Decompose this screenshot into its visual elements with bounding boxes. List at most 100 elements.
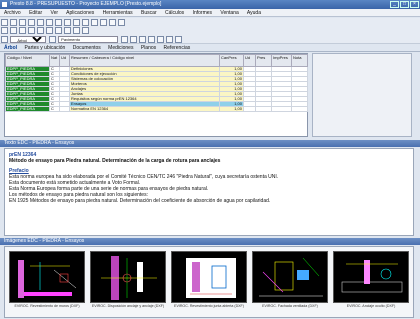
cell-code[interactable]: EDPP_PIEDRA bbox=[5, 106, 50, 112]
menu-ayuda[interactable]: Ayuda bbox=[247, 10, 261, 16]
align-right-icon[interactable] bbox=[46, 27, 53, 34]
col-header-summary[interactable]: Resumen / Cabecera / Código nivel bbox=[69, 54, 220, 67]
cad-drawing-icon bbox=[171, 251, 247, 303]
app-icon bbox=[2, 2, 7, 7]
bold-icon[interactable] bbox=[1, 27, 8, 34]
document-panel-header[interactable]: Texto EDC - PIEDRA - Ensayos bbox=[0, 140, 420, 147]
copy-icon[interactable] bbox=[46, 19, 53, 26]
align-left-icon[interactable] bbox=[28, 27, 35, 34]
col-header-imppres[interactable]: ImpPres bbox=[271, 54, 292, 67]
col-header-ud2[interactable]: Ud bbox=[243, 54, 256, 67]
side-panel bbox=[312, 53, 412, 137]
cell-imppres[interactable] bbox=[271, 106, 292, 112]
maximize-icon[interactable]: □ bbox=[400, 1, 409, 8]
expand-icon[interactable] bbox=[73, 27, 80, 34]
cell-pres[interactable] bbox=[255, 106, 272, 112]
insert-row-icon[interactable] bbox=[55, 27, 62, 34]
print-icon[interactable] bbox=[28, 19, 35, 26]
menu-buscar[interactable]: Buscar bbox=[141, 10, 157, 16]
tab-mediciones[interactable]: Mediciones bbox=[108, 45, 133, 51]
tab-planos[interactable]: Planos bbox=[141, 45, 156, 51]
next-icon[interactable] bbox=[129, 36, 137, 43]
delete-row-icon[interactable] bbox=[64, 27, 71, 34]
menu-archivo[interactable]: Archivo bbox=[4, 10, 21, 16]
cad-drawing-icon bbox=[90, 251, 166, 303]
italic-icon[interactable] bbox=[10, 27, 17, 34]
redo-icon[interactable] bbox=[73, 19, 80, 26]
cell-nat[interactable]: C bbox=[49, 106, 60, 112]
images-panel-header[interactable]: Imágenes EDC - PIEDRA - Ensayos bbox=[0, 238, 420, 245]
sort-icon[interactable] bbox=[165, 36, 173, 43]
minimize-icon[interactable]: _ bbox=[390, 1, 399, 8]
thumbnail-caption: EVIROC. Revestimiento junta abierta (DXF… bbox=[174, 304, 244, 308]
document-text-panel[interactable]: prEN 12364 Método de ensayo para Piedra … bbox=[4, 148, 414, 236]
images-panel: EVIROC. Revestimiento de muros (DXF) EVI… bbox=[4, 246, 414, 318]
tab-arbol[interactable]: Árbol bbox=[4, 45, 17, 51]
menu-herramientas[interactable]: Herramientas bbox=[103, 10, 133, 16]
undo-icon[interactable] bbox=[64, 19, 71, 26]
underline-icon[interactable] bbox=[19, 27, 26, 34]
menu-calculos[interactable]: Cálculos bbox=[165, 10, 184, 16]
new-icon[interactable] bbox=[1, 19, 8, 26]
col-header-nota[interactable]: Nota bbox=[291, 54, 308, 67]
up-arrow-icon[interactable] bbox=[48, 36, 56, 43]
view-select[interactable]: Árbol bbox=[10, 36, 47, 43]
menu-aplicaciones[interactable]: Aplicaciones bbox=[66, 10, 94, 16]
window-title: Presto 8.8 - PRESUPUESTO - Proyecto EJEM… bbox=[10, 1, 162, 7]
close-icon[interactable]: × bbox=[410, 1, 419, 8]
last-icon[interactable] bbox=[147, 36, 155, 43]
collapse-icon[interactable] bbox=[82, 27, 89, 34]
cad-drawing-icon bbox=[252, 251, 328, 303]
menu-informes[interactable]: Informes bbox=[193, 10, 212, 16]
document-heading: Método de ensayo para Piedra natural. De… bbox=[9, 158, 221, 164]
tab-partes[interactable]: Partes y ubicación bbox=[24, 45, 65, 51]
toolbar-navigation: Árbol Pavimento bbox=[0, 35, 420, 44]
current-field[interactable]: Pavimento bbox=[58, 36, 119, 43]
prev-icon[interactable] bbox=[120, 36, 128, 43]
budget-table: Código / Nivel Nat Ud Resumen / Cabecera… bbox=[4, 53, 308, 137]
thumbnail[interactable]: EVIROC. Fachada ventilada (DXF) bbox=[252, 251, 328, 315]
thumbnail-caption: EVIROC. Fachada ventilada (DXF) bbox=[262, 304, 318, 308]
thumbnail[interactable]: EVIROC. Revestimiento de muros (DXF) bbox=[9, 251, 85, 315]
open-icon[interactable] bbox=[10, 19, 17, 26]
menu-editar[interactable]: Editar bbox=[29, 10, 42, 16]
menu-ventana[interactable]: Ventana bbox=[220, 10, 238, 16]
menu-ver[interactable]: Ver bbox=[51, 10, 59, 16]
filter-icon[interactable] bbox=[91, 19, 98, 26]
tree-icon[interactable] bbox=[1, 36, 8, 43]
thumbnail[interactable]: EVIROC. Revestimiento junta abierta (DXF… bbox=[171, 251, 247, 315]
cut-icon[interactable] bbox=[37, 19, 44, 26]
first-icon[interactable] bbox=[138, 36, 146, 43]
col-header-pres[interactable]: Pres bbox=[255, 54, 272, 67]
application-window: Presto 8.8 - PRESUPUESTO - Proyecto EJEM… bbox=[0, 0, 420, 319]
thumbnail[interactable]: EVIROC. Disposición anclaje y anclaje (D… bbox=[90, 251, 166, 315]
cell-ud[interactable] bbox=[59, 106, 70, 112]
col-header-ud[interactable]: Ud bbox=[59, 54, 70, 67]
paste-icon[interactable] bbox=[55, 19, 62, 26]
search-icon[interactable] bbox=[82, 19, 89, 26]
thumbnail-caption: EVIROC. Disposición anclaje y anclaje (D… bbox=[91, 304, 165, 308]
find-icon[interactable] bbox=[156, 36, 164, 43]
align-center-icon[interactable] bbox=[37, 27, 44, 34]
title-bar: Presto 8.8 - PRESUPUESTO - Proyecto EJEM… bbox=[0, 0, 420, 9]
thumbnail-caption: EVIROC. Revestimiento de muros (DXF) bbox=[14, 304, 80, 308]
cell-ud2[interactable] bbox=[243, 106, 256, 112]
cell-canpres[interactable]: 1,00 bbox=[219, 106, 244, 112]
col-header-nat[interactable]: Nat bbox=[49, 54, 60, 67]
cad-drawing-icon bbox=[333, 251, 409, 303]
save-icon[interactable] bbox=[19, 19, 26, 26]
report-icon[interactable] bbox=[109, 19, 116, 26]
help-icon[interactable] bbox=[118, 19, 125, 26]
document-line: EN 1925 Métodos de ensayo para piedra na… bbox=[9, 198, 271, 204]
tab-referencias[interactable]: Referencias bbox=[164, 45, 191, 51]
lock-icon[interactable] bbox=[174, 36, 182, 43]
view-tabs: Árbol Partes y ubicación Documentos Medi… bbox=[0, 44, 420, 52]
cell-summary[interactable]: Normativa EN 12364 bbox=[69, 106, 220, 112]
col-header-canpres[interactable]: CanPres bbox=[219, 54, 244, 67]
col-header-code[interactable]: Código / Nivel bbox=[5, 54, 50, 67]
calc-icon[interactable] bbox=[100, 19, 107, 26]
thumbnail[interactable]: EVIROC. Anclaje oculto (DXF) bbox=[333, 251, 409, 315]
cell-nota[interactable] bbox=[291, 106, 308, 112]
table-row[interactable]: EDPP_PIEDRA C Normativa EN 12364 1,00 bbox=[5, 106, 308, 112]
tab-documentos[interactable]: Documentos bbox=[73, 45, 101, 51]
